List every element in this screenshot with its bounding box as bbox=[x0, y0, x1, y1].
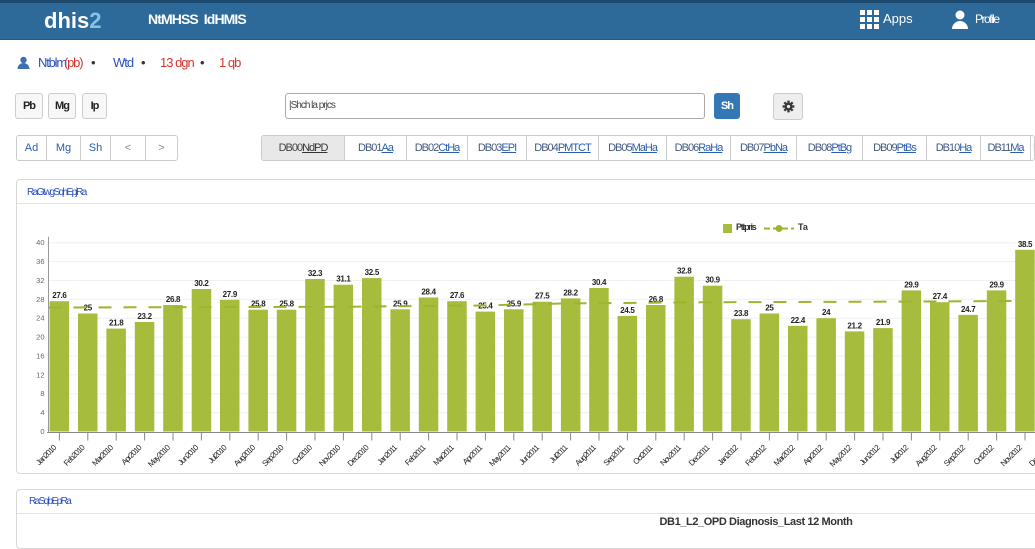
svg-text:38.5: 38.5 bbox=[1018, 240, 1033, 249]
svg-text:Jul2012: Jul2012 bbox=[888, 443, 911, 466]
svg-text:Oct2010: Oct2010 bbox=[290, 443, 314, 467]
svg-text:Sep2010: Sep2010 bbox=[260, 443, 286, 469]
svg-text:Apr2011: Apr2011 bbox=[461, 443, 485, 467]
svg-text:Nov2010: Nov2010 bbox=[317, 443, 343, 469]
svg-text:24: 24 bbox=[822, 308, 831, 317]
svg-text:Dec2011: Dec2011 bbox=[687, 443, 712, 468]
svg-text:21.9: 21.9 bbox=[876, 318, 891, 327]
svg-text:25.9: 25.9 bbox=[507, 299, 522, 308]
svg-text:32: 32 bbox=[36, 276, 44, 285]
svg-text:26.8: 26.8 bbox=[166, 295, 181, 304]
svg-text:Aug2011: Aug2011 bbox=[573, 443, 598, 468]
svg-text:Jun2011: Jun2011 bbox=[517, 443, 541, 467]
svg-text:30.9: 30.9 bbox=[705, 276, 720, 285]
svg-text:23.2: 23.2 bbox=[137, 312, 152, 321]
svg-text:32.5: 32.5 bbox=[365, 268, 380, 277]
svg-text:Sep2012: Sep2012 bbox=[942, 443, 968, 469]
svg-text:0: 0 bbox=[40, 427, 44, 436]
svg-text:27.5: 27.5 bbox=[535, 292, 550, 301]
svg-text:24: 24 bbox=[36, 314, 44, 323]
svg-text:29.9: 29.9 bbox=[989, 280, 1004, 289]
svg-text:Mar2012: Mar2012 bbox=[772, 443, 797, 468]
svg-text:28.2: 28.2 bbox=[563, 288, 578, 297]
svg-text:Mar2011: Mar2011 bbox=[432, 443, 457, 468]
svg-text:25: 25 bbox=[765, 304, 774, 313]
svg-text:4: 4 bbox=[40, 408, 44, 417]
svg-text:Jan2011: Jan2011 bbox=[375, 443, 399, 467]
svg-text:Dec2010: Dec2010 bbox=[346, 443, 372, 469]
svg-text:Jan2012: Jan2012 bbox=[716, 443, 741, 468]
svg-text:27.6: 27.6 bbox=[52, 291, 67, 300]
svg-text:30.4: 30.4 bbox=[592, 278, 607, 287]
svg-text:27.9: 27.9 bbox=[223, 290, 238, 299]
svg-text:27.4: 27.4 bbox=[933, 292, 948, 301]
svg-text:30.2: 30.2 bbox=[194, 279, 209, 288]
svg-text:8: 8 bbox=[40, 389, 44, 398]
svg-text:May2010: May2010 bbox=[146, 443, 172, 469]
svg-text:Jan2010: Jan2010 bbox=[34, 443, 59, 468]
svg-text:22.4: 22.4 bbox=[791, 316, 806, 325]
svg-text:36: 36 bbox=[36, 257, 44, 266]
svg-text:Apr2012: Apr2012 bbox=[801, 443, 825, 467]
svg-text:40: 40 bbox=[36, 238, 44, 247]
svg-text:16: 16 bbox=[36, 352, 44, 361]
svg-text:Apr2010: Apr2010 bbox=[120, 443, 144, 467]
svg-text:29.9: 29.9 bbox=[904, 280, 919, 289]
svg-text:28: 28 bbox=[36, 295, 44, 304]
svg-text:May2011: May2011 bbox=[487, 443, 513, 469]
svg-text:21.8: 21.8 bbox=[109, 319, 124, 328]
svg-text:Jun2010: Jun2010 bbox=[176, 443, 201, 468]
svg-text:20: 20 bbox=[36, 333, 44, 342]
svg-text:27.6: 27.6 bbox=[450, 291, 465, 300]
svg-text:32.3: 32.3 bbox=[308, 269, 323, 278]
svg-text:Sep2011: Sep2011 bbox=[602, 443, 627, 468]
svg-text:Jul2011: Jul2011 bbox=[548, 443, 570, 465]
svg-text:24.7: 24.7 bbox=[961, 305, 976, 314]
svg-text:Jul2010: Jul2010 bbox=[206, 443, 229, 466]
svg-text:Feb2012: Feb2012 bbox=[744, 443, 769, 468]
svg-text:Nov2012: Nov2012 bbox=[999, 443, 1025, 469]
svg-text:Jun2012: Jun2012 bbox=[858, 443, 883, 468]
svg-text:Aug2010: Aug2010 bbox=[232, 443, 258, 469]
svg-text:Aug2012: Aug2012 bbox=[914, 443, 940, 469]
svg-text:May2012: May2012 bbox=[828, 443, 854, 469]
svg-text:31.1: 31.1 bbox=[336, 275, 351, 284]
svg-text:12: 12 bbox=[36, 370, 44, 379]
svg-text:Nov2011: Nov2011 bbox=[658, 443, 683, 468]
svg-text:21.2: 21.2 bbox=[847, 321, 862, 330]
svg-text:Feb2011: Feb2011 bbox=[403, 443, 428, 468]
svg-text:28.4: 28.4 bbox=[421, 288, 436, 297]
svg-text:Feb2010: Feb2010 bbox=[62, 443, 87, 468]
svg-text:Mar2010: Mar2010 bbox=[90, 443, 115, 468]
svg-text:24.5: 24.5 bbox=[620, 306, 635, 315]
svg-text:Oct2011: Oct2011 bbox=[631, 443, 655, 467]
svg-text:Dec2012: Dec2012 bbox=[1027, 443, 1035, 469]
svg-text:Oct2012: Oct2012 bbox=[972, 443, 996, 467]
svg-text:23.8: 23.8 bbox=[734, 309, 749, 318]
svg-text:32.8: 32.8 bbox=[677, 267, 692, 276]
